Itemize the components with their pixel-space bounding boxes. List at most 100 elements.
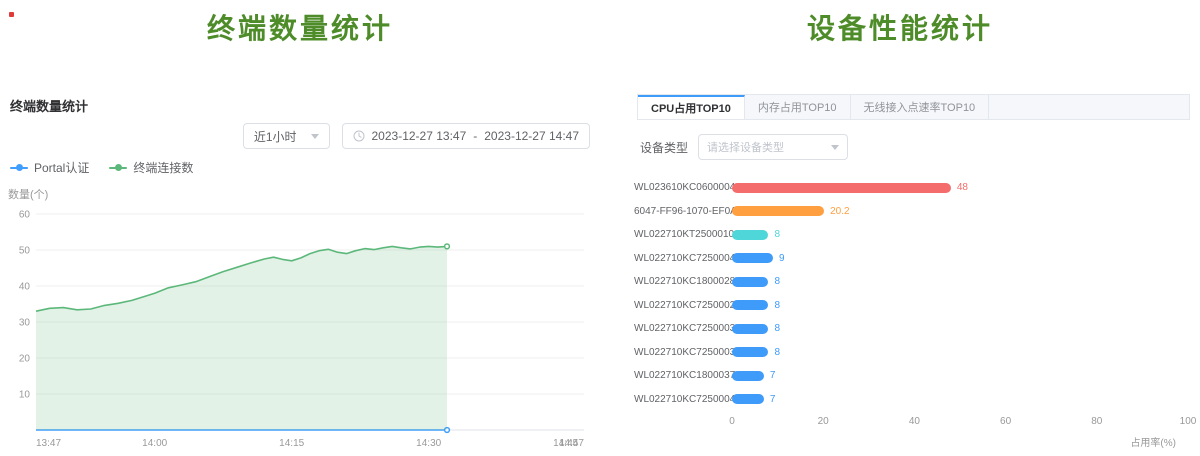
device-type-select[interactable]: 请选择设备类型 <box>698 134 848 160</box>
device-type-filter-row: 设备类型 请选择设备类型 <box>640 134 1200 160</box>
terminal-count-panel: 终端数量统计 近1小时 2023-12-27 13:47 - 2023-12-2… <box>0 96 600 456</box>
bar-track: 48 <box>732 182 1188 193</box>
bar[interactable] <box>732 394 764 404</box>
bar-row: WL022710KC725000307 8 <box>634 317 1188 341</box>
y-tick-label: 50 <box>19 246 31 257</box>
x-axis-tick: 80 <box>1091 416 1102 427</box>
tab-3[interactable]: 无线接入点速率TOP10 <box>851 95 990 119</box>
date-end: 2023-12-27 14:47 <box>484 129 579 143</box>
bar-value-label: 7 <box>770 370 776 381</box>
bar-value-label: 8 <box>774 323 780 334</box>
bar-category-label: WL023610KC06000043 <box>634 182 732 193</box>
bar-x-axis: 020406080100 <box>732 415 1188 431</box>
bar-category-label: WL022710KC18000372 <box>634 370 732 381</box>
bar-value-label: 8 <box>774 300 780 311</box>
bar-track: 9 <box>732 253 1188 264</box>
bar-track: 7 <box>732 394 1188 405</box>
bar-row: 6047-FF96-1070-EF0A 20.2 <box>634 200 1188 224</box>
y-axis-title: 数量(个) <box>8 186 592 202</box>
bar-row: WL022710KC725000272 8 <box>634 294 1188 318</box>
tab-2[interactable]: 内存占用TOP10 <box>745 95 851 119</box>
bar-category-label: WL022710KT25000102 <box>634 229 732 240</box>
bar-category-label: WL022710KC725000272 <box>634 300 732 311</box>
x-axis-tick: 0 <box>729 416 735 427</box>
panel-title: 终端数量统计 <box>10 96 592 115</box>
bar-row: WL022710KC7250003698 <box>634 341 1188 365</box>
bar-track: 7 <box>732 370 1188 381</box>
performance-tabs: CPU占用TOP10内存占用TOP10无线接入点速率TOP10 <box>637 94 1190 120</box>
bar-value-label: 7 <box>770 394 776 405</box>
x-tick-label: 14:47 <box>559 438 584 449</box>
chart-legend: Portal认证 终端连接数 <box>10 159 592 176</box>
bar-value-label: 48 <box>957 182 968 193</box>
time-range-value: 近1小时 <box>254 128 297 145</box>
x-tick-label: 14:00 <box>142 438 167 449</box>
y-tick-label: 30 <box>19 318 31 329</box>
x-axis-label: 占用率(%) <box>634 434 1176 449</box>
series-endpoint <box>445 244 450 249</box>
x-axis-tick: 60 <box>1000 416 1011 427</box>
legend-line-dot-icon <box>109 167 127 169</box>
date-separator: - <box>473 129 477 143</box>
bar-category-label: WL022710KC725000307 <box>634 323 732 334</box>
bar-track: 8 <box>732 300 1188 311</box>
x-tick-label: 14:15 <box>279 438 304 449</box>
device-performance-section: 设备性能统计 CPU占用TOP10内存占用TOP10无线接入点速率TOP10 设… <box>600 0 1200 456</box>
legend-label: 终端连接数 <box>133 159 193 176</box>
bar[interactable] <box>732 300 768 310</box>
bar-track: 8 <box>732 347 1188 358</box>
chart-controls: 近1小时 2023-12-27 13:47 - 2023-12-27 14:47 <box>8 123 592 149</box>
bar-track: 8 <box>732 276 1188 287</box>
y-tick-label: 60 <box>19 210 31 221</box>
x-axis-tick: 40 <box>909 416 920 427</box>
bar[interactable] <box>732 324 768 334</box>
bar-value-label: 20.2 <box>830 206 849 217</box>
terminal-count-line-chart[interactable]: 10203040506013:4714:0014:1514:3014:4514:… <box>8 206 592 456</box>
bar-row: WL022710KC18000280 8 <box>634 270 1188 294</box>
y-tick-label: 40 <box>19 282 31 293</box>
legend-line-dot-icon <box>10 167 28 169</box>
bar[interactable] <box>732 277 768 287</box>
bar-category-label: WL022710KC725000409 <box>634 253 732 264</box>
left-section-title: 终端数量统计 <box>0 0 600 46</box>
time-range-select[interactable]: 近1小时 <box>243 123 330 149</box>
y-tick-label: 20 <box>19 354 31 365</box>
bar-category-label: WL022710KC725000470 <box>634 394 732 405</box>
date-range-picker[interactable]: 2023-12-27 13:47 - 2023-12-27 14:47 <box>342 123 591 149</box>
chevron-down-icon <box>831 145 839 150</box>
bar-track: 8 <box>732 229 1188 240</box>
cpu-top10-bar-chart: WL023610KC06000043 48 6047-FF96-1070-EF0A 2… <box>634 176 1188 449</box>
bar-category-label: WL022710KC18000280 <box>634 276 732 287</box>
chevron-down-icon <box>311 134 319 139</box>
legend-item-1[interactable]: Portal认证 <box>10 159 89 176</box>
device-type-placeholder: 请选择设备类型 <box>707 139 784 155</box>
right-section-title: 设备性能统计 <box>600 0 1200 46</box>
x-axis-tick: 20 <box>818 416 829 427</box>
bar-value-label: 8 <box>774 347 780 358</box>
clock-icon <box>353 130 365 142</box>
bar-row: WL023610KC06000043 48 <box>634 176 1188 200</box>
bar[interactable] <box>732 230 768 240</box>
tab-1[interactable]: CPU占用TOP10 <box>638 95 745 119</box>
bar-rows: WL023610KC06000043 48 6047-FF96-1070-EF0A 2… <box>634 176 1188 411</box>
date-start: 2023-12-27 13:47 <box>372 129 467 143</box>
bar-category-label: 6047-FF96-1070-EF0A <box>634 206 732 217</box>
legend-item-2[interactable]: 终端连接数 <box>109 159 193 176</box>
bar[interactable] <box>732 347 768 357</box>
terminal-stats-section: 终端数量统计 终端数量统计 近1小时 2023-12-27 13:47 - 20… <box>0 0 600 456</box>
bar-track: 8 <box>732 323 1188 334</box>
bar-track: 20.2 <box>732 206 1188 217</box>
bar[interactable] <box>732 253 773 263</box>
dashboard-page: 终端数量统计 终端数量统计 近1小时 2023-12-27 13:47 - 20… <box>0 0 1200 456</box>
bar[interactable] <box>732 206 824 216</box>
x-axis-tick: 100 <box>1180 416 1197 427</box>
legend-label: Portal认证 <box>34 159 89 176</box>
series-area <box>36 246 447 430</box>
bar[interactable] <box>732 183 951 193</box>
filter-label: 设备类型 <box>640 139 688 156</box>
bar-value-label: 8 <box>774 276 780 287</box>
bar[interactable] <box>732 371 764 381</box>
bar-row: WL022710KT25000102 8 <box>634 223 1188 247</box>
bar-row: WL022710KC18000372 7 <box>634 364 1188 388</box>
bar-value-label: 8 <box>774 229 780 240</box>
